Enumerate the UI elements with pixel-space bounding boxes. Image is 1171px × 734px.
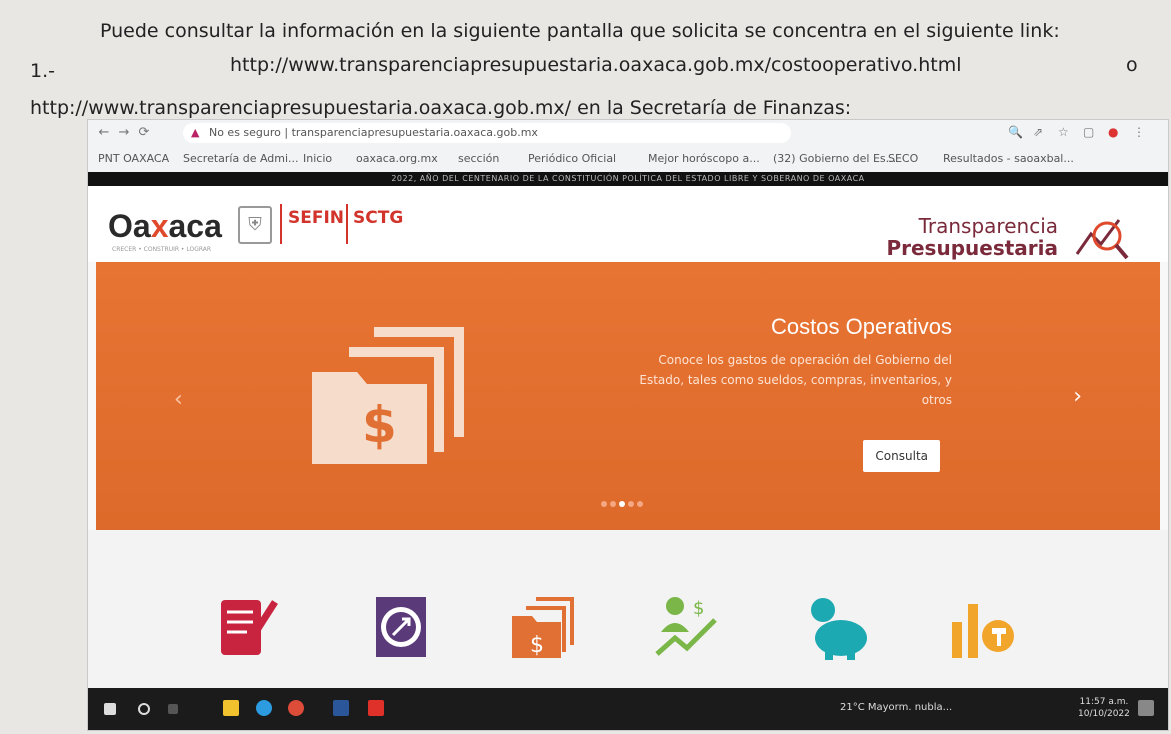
consulta-button[interactable]: Consulta — [863, 440, 940, 472]
doc-link-costo-operativo[interactable]: http://www.transparenciapresupuestaria.o… — [230, 54, 961, 76]
acrobat-icon[interactable] — [368, 700, 384, 716]
word-icon[interactable] — [333, 700, 349, 716]
svg-text:$: $ — [693, 598, 704, 619]
bookmark-item[interactable]: Mejor horóscopo a... — [648, 152, 760, 165]
carousel-dot[interactable] — [601, 501, 607, 507]
tp-logo-title[interactable]: Transparencia — [919, 214, 1058, 238]
carousel-prev-icon[interactable]: ‹ — [174, 387, 183, 412]
warning-icon: ▲ — [191, 126, 200, 139]
oaxaca-logo[interactable]: Oaxaca — [108, 208, 222, 245]
star-icon[interactable]: ☆ — [1058, 125, 1069, 139]
zoom-icon[interactable]: 🔍 — [1008, 125, 1023, 139]
logo-divider — [346, 204, 348, 244]
bookmark-item[interactable]: (32) Gobierno del Es... — [773, 152, 896, 165]
piggy-bank-icon[interactable] — [803, 592, 873, 662]
bars-gavel-icon[interactable] — [948, 592, 1018, 662]
file-explorer-icon[interactable] — [223, 700, 239, 716]
window-icon[interactable]: ▢ — [1083, 125, 1094, 139]
bookmark-item[interactable]: Periódico Oficial — [528, 152, 616, 165]
folder-money-small-icon[interactable]: $ — [508, 592, 578, 662]
bookmark-item[interactable]: Resultados - saoaxbal... — [943, 152, 1074, 165]
edge-icon[interactable] — [256, 700, 272, 716]
logo-divider — [280, 204, 282, 244]
sefin-logo: SEFIN — [288, 208, 345, 228]
carousel-dot-active[interactable] — [619, 501, 625, 507]
coins-chart-icon[interactable] — [366, 592, 436, 662]
carousel-dot[interactable] — [637, 501, 643, 507]
bookmark-item[interactable]: Inicio — [303, 152, 332, 165]
hero-carousel[interactable]: ‹ $ Costos Operativos Conoce los gastos … — [96, 262, 1160, 530]
task-view-icon[interactable] — [168, 704, 178, 714]
carousel-next-icon[interactable]: › — [1073, 384, 1082, 409]
chrome-icon[interactable] — [288, 700, 304, 716]
state-seal-icon: ⛨ — [238, 206, 272, 244]
bookmark-item[interactable]: sección — [458, 152, 499, 165]
reload-icon[interactable]: ⟳ — [136, 125, 152, 141]
doc-or-text: o — [1126, 54, 1138, 76]
svg-text:$: $ — [530, 633, 544, 658]
menu-icon[interactable]: ⋮ — [1133, 125, 1145, 139]
address-bar[interactable]: ▲ No es seguro | transparenciapresupuest… — [183, 123, 791, 143]
forward-icon[interactable]: → — [116, 125, 132, 141]
browser-screenshot: ← → ⟳ ▲ No es seguro | transparenciapres… — [88, 120, 1168, 730]
tp-logo-subtitle[interactable]: Presupuestaria — [886, 236, 1058, 260]
doc-intro-text: Puede consultar la información en la sig… — [100, 20, 1060, 42]
profile-icon[interactable]: ● — [1108, 125, 1118, 139]
weather-widget[interactable]: 21°C Mayorm. nubla... — [840, 702, 952, 713]
bookmark-item[interactable]: Secretaría de Admi... — [183, 152, 299, 165]
doc-link-root[interactable]: http://www.transparenciapresupuestaria.o… — [30, 97, 851, 119]
sctg-logo: SCTG — [353, 208, 404, 228]
search-icon[interactable] — [138, 703, 150, 715]
category-icons-row: $ $ — [88, 530, 1168, 688]
notifications-icon[interactable] — [1138, 700, 1154, 716]
magnifier-chart-icon — [1075, 219, 1129, 260]
bookmark-item[interactable]: oaxaca.org.mx — [356, 152, 438, 165]
folder-money-icon: $ — [312, 327, 464, 464]
bookmarks-bar: PNT OAXACA Secretaría de Admi... Inicio … — [88, 146, 1168, 173]
oaxaca-tagline: CRECER • CONSTRUIR • LOGRAR — [112, 246, 212, 253]
top-banner: 2022, AÑO DEL CENTENARIO DE LA CONSTITUC… — [88, 172, 1168, 186]
carousel-title: Costos Operativos — [771, 314, 952, 339]
carousel-dot[interactable] — [610, 501, 616, 507]
carousel-dot[interactable] — [628, 501, 634, 507]
doc-item-number: 1.- — [30, 60, 55, 82]
windows-start-icon[interactable] — [104, 703, 116, 715]
carousel-description: Conoce los gastos de operación del Gobie… — [639, 353, 952, 407]
site-header: Oaxaca CRECER • CONSTRUIR • LOGRAR ⛨ SEF… — [88, 186, 1168, 262]
windows-taskbar: 21°C Mayorm. nubla... 11:57 a.m. 10/10/2… — [88, 688, 1168, 730]
bookmark-item[interactable]: PNT OAXACA — [98, 152, 169, 165]
browser-toolbar: ← → ⟳ ▲ No es seguro | transparenciapres… — [88, 120, 1168, 147]
taskbar-clock[interactable]: 11:57 a.m. 10/10/2022 — [1078, 696, 1130, 720]
address-text: transparenciapresupuestaria.oaxaca.gob.m… — [291, 126, 538, 139]
person-growth-icon[interactable]: $ — [653, 592, 723, 662]
svg-text:$: $ — [362, 396, 397, 454]
back-icon[interactable]: ← — [96, 125, 112, 141]
security-label: No es seguro — [208, 126, 281, 139]
carousel-indicators — [601, 492, 646, 511]
share-icon[interactable]: ⇗ — [1033, 125, 1043, 139]
bookmark-item[interactable]: SECO — [888, 152, 918, 165]
document-pen-icon[interactable] — [213, 592, 283, 662]
